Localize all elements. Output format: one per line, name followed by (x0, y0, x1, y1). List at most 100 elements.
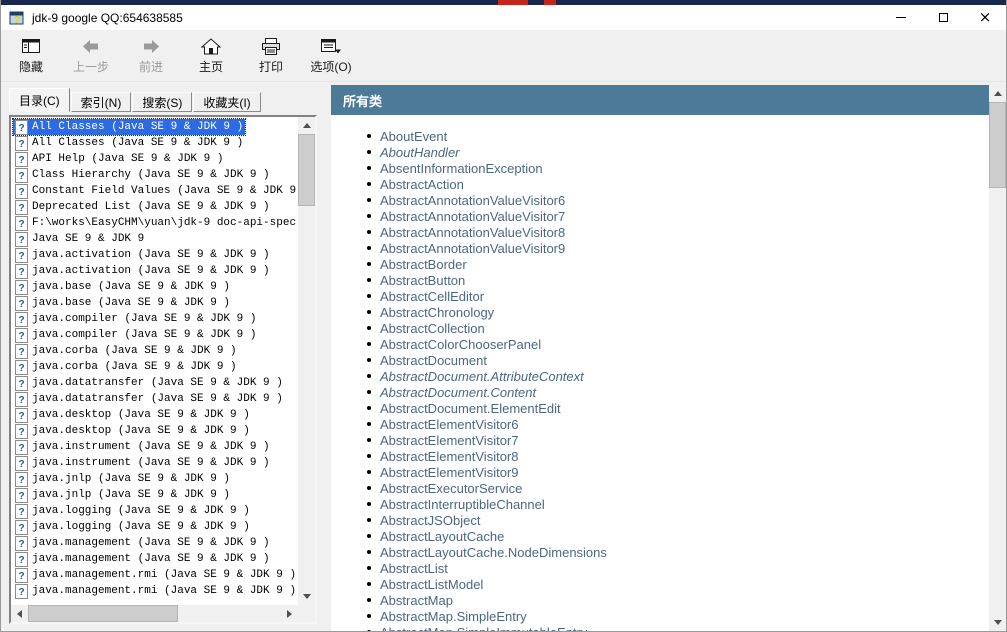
class-link[interactable]: AbstractElementVisitor7 (380, 433, 519, 448)
maximize-button[interactable] (922, 5, 964, 30)
tree-item[interactable]: ? Class Hierarchy (Java SE 9 & JDK 9 ) (11, 167, 298, 183)
hide-button[interactable]: 隐藏 (9, 33, 53, 79)
tree-item[interactable]: ? F:\works\EasyCHM\yuan\jdk-9 doc-api-sp… (11, 215, 298, 231)
class-link[interactable]: AbstractElementVisitor8 (380, 449, 519, 464)
class-link[interactable]: AbstractBorder (380, 257, 467, 272)
class-link[interactable]: AboutEvent (380, 129, 447, 144)
class-link[interactable]: AbstractMap (380, 593, 453, 608)
class-link[interactable]: AbstractDocument.AttributeContext (380, 369, 584, 384)
scroll-up-arrow[interactable] (298, 117, 315, 134)
tree-item[interactable]: ? Java SE 9 & JDK 9 (11, 231, 298, 247)
tree-item[interactable]: ? java.management.rmi (Java SE 9 & JDK 9… (11, 567, 298, 583)
tree-item[interactable]: ? java.jnlp (Java SE 9 & JDK 9 ) (11, 487, 298, 503)
forward-button[interactable]: 前进 (129, 33, 173, 79)
class-link[interactable]: AbstractLayoutCache (380, 529, 504, 544)
class-link[interactable]: AbstractAnnotationValueVisitor7 (380, 209, 565, 224)
tab-contents[interactable]: 目录(C) (9, 88, 70, 112)
tree-item-label: java.base (Java SE 9 & JDK 9 ) (32, 297, 230, 309)
tree-item[interactable]: ? java.jnlp (Java SE 9 & JDK 9 ) (11, 471, 298, 487)
content-body: AboutEvent AboutHandler AbsentInformatio… (331, 115, 989, 631)
class-link[interactable]: AbstractJSObject (380, 513, 480, 528)
pane-splitter[interactable] (323, 82, 331, 631)
tree-item[interactable]: ? java.instrument (Java SE 9 & JDK 9 ) (11, 439, 298, 455)
list-item: AbstractElementVisitor9 (359, 464, 989, 480)
scrollbar-thumb[interactable] (28, 605, 178, 622)
tree-item[interactable]: ? java.compiler (Java SE 9 & JDK 9 ) (11, 327, 298, 343)
class-link[interactable]: AbstractAction (380, 177, 464, 192)
scroll-down-arrow[interactable] (989, 614, 1006, 631)
class-link[interactable]: AbstractChronology (380, 305, 494, 320)
tree-item[interactable]: ? java.management (Java SE 9 & JDK 9 ) (11, 551, 298, 567)
class-link[interactable]: AbstractListModel (380, 577, 483, 592)
main-area: 目录(C) 索引(N) 搜索(S) 收藏夹(I) ? All Classes (… (1, 82, 1006, 631)
home-button[interactable]: 主页 (189, 33, 233, 79)
tree-item[interactable]: ? java.logging (Java SE 9 & JDK 9 ) (11, 519, 298, 535)
svg-text:?: ? (18, 395, 24, 406)
tree-item[interactable]: ? java.corba (Java SE 9 & JDK 9 ) (11, 359, 298, 375)
class-link[interactable]: AbstractCollection (380, 321, 485, 336)
class-link[interactable]: AboutHandler (380, 145, 460, 160)
tree-item[interactable]: ? java.instrument (Java SE 9 & JDK 9 ) (11, 455, 298, 471)
class-link[interactable]: AbstractMap.SimpleEntry (380, 609, 527, 624)
class-link[interactable]: AbstractDocument (380, 353, 487, 368)
class-link[interactable]: AbstractList (380, 561, 448, 576)
scrollbar-thumb[interactable] (989, 102, 1006, 188)
class-link[interactable]: AbstractLayoutCache.NodeDimensions (380, 545, 607, 560)
class-link[interactable]: AbstractDocument.Content (380, 385, 536, 400)
print-icon (260, 37, 282, 56)
tree-horizontal-scrollbar[interactable] (11, 605, 298, 622)
tree-item[interactable]: ? java.desktop (Java SE 9 & JDK 9 ) (11, 407, 298, 423)
tab-index[interactable]: 索引(N) (71, 92, 132, 112)
class-link[interactable]: AbstractInterruptibleChannel (380, 497, 545, 512)
tree-item[interactable]: ? java.base (Java SE 9 & JDK 9 ) (11, 295, 298, 311)
tree-item[interactable]: ? java.management.rmi (Java SE 9 & JDK 9… (11, 583, 298, 599)
class-link[interactable]: AbstractCellEditor (380, 289, 484, 304)
help-page-icon: ? (15, 136, 28, 151)
scroll-right-arrow[interactable] (281, 605, 298, 622)
class-link[interactable]: AbsentInformationException (380, 161, 543, 176)
scroll-left-arrow[interactable] (11, 605, 28, 622)
tree-item[interactable]: ? Constant Field Values (Java SE 9 & JDK… (11, 183, 298, 199)
tree-item[interactable]: ? java.datatransfer (Java SE 9 & JDK 9 ) (11, 375, 298, 391)
list-item: AbstractBorder (359, 256, 989, 272)
minimize-button[interactable] (880, 5, 922, 30)
tree-item[interactable]: ? All Classes (Java SE 9 & JDK 9 ) (11, 119, 298, 135)
class-link[interactable]: AbstractExecutorService (380, 481, 522, 496)
tree-item[interactable]: ? java.base (Java SE 9 & JDK 9 ) (11, 279, 298, 295)
close-button[interactable]: × (964, 5, 1006, 30)
tree-item[interactable]: ? java.compiler (Java SE 9 & JDK 9 ) (11, 311, 298, 327)
back-arrow-icon (80, 37, 102, 56)
scrollbar-thumb[interactable] (298, 134, 315, 206)
tree-vertical-scrollbar[interactable] (298, 117, 315, 605)
tree-item[interactable]: ? java.desktop (Java SE 9 & JDK 9 ) (11, 423, 298, 439)
class-link[interactable]: AbstractElementVisitor9 (380, 465, 519, 480)
class-link[interactable]: AbstractAnnotationValueVisitor9 (380, 241, 565, 256)
class-link[interactable]: AbstractElementVisitor6 (380, 417, 519, 432)
list-item: AboutEvent (359, 128, 989, 144)
tree-item[interactable]: ? java.datatransfer (Java SE 9 & JDK 9 ) (11, 391, 298, 407)
class-link[interactable]: AbstractAnnotationValueVisitor8 (380, 225, 565, 240)
tree-item[interactable]: ? API Help (Java SE 9 & JDK 9 ) (11, 151, 298, 167)
tree-item[interactable]: ? java.logging (Java SE 9 & JDK 9 ) (11, 503, 298, 519)
class-link[interactable]: AbstractAnnotationValueVisitor6 (380, 193, 565, 208)
scroll-down-arrow[interactable] (298, 588, 315, 605)
options-button[interactable]: 选项(O) (309, 33, 353, 79)
tree-item[interactable]: ? All Classes (Java SE 9 & JDK 9 ) (11, 135, 298, 151)
class-link[interactable]: AbstractColorChooserPanel (380, 337, 541, 352)
scroll-up-arrow[interactable] (989, 85, 1006, 102)
tree-item[interactable]: ? java.corba (Java SE 9 & JDK 9 ) (11, 343, 298, 359)
back-button[interactable]: 上一步 (69, 33, 113, 79)
tree-item[interactable]: ? java.activation (Java SE 9 & JDK 9 ) (11, 263, 298, 279)
tree-item[interactable]: ? java.activation (Java SE 9 & JDK 9 ) (11, 247, 298, 263)
print-button[interactable]: 打印 (249, 33, 293, 79)
content-scrollbar[interactable] (989, 85, 1006, 631)
bullet-icon (367, 486, 371, 490)
class-link[interactable]: AbstractButton (380, 273, 465, 288)
svg-text:?: ? (18, 587, 24, 598)
class-link[interactable]: AbstractMap.SimpleImmutableEntry (380, 625, 587, 632)
tree-item[interactable]: ? java.management (Java SE 9 & JDK 9 ) (11, 535, 298, 551)
class-link[interactable]: AbstractDocument.ElementEdit (380, 401, 561, 416)
tree-item[interactable]: ? Deprecated List (Java SE 9 & JDK 9 ) (11, 199, 298, 215)
tab-favorites[interactable]: 收藏夹(I) (193, 92, 260, 112)
tab-search[interactable]: 搜索(S) (132, 92, 192, 112)
